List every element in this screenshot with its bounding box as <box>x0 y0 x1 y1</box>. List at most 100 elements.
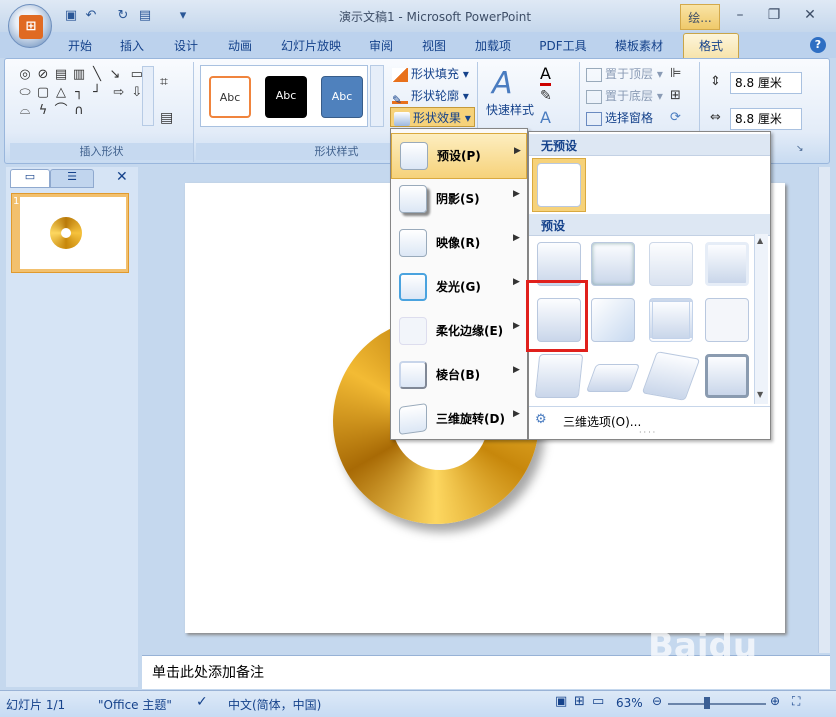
slides-tab-icon[interactable]: ▭ <box>10 169 50 188</box>
height-input[interactable]: 8.8 厘米 <box>730 72 802 94</box>
undo-icon[interactable]: ↶ <box>82 8 100 24</box>
shape-effects-button[interactable]: 形状效果 ▾ <box>390 107 475 127</box>
tab-design[interactable]: 设计 <box>168 36 204 58</box>
elbow-arrow-icon[interactable]: ┘ <box>89 85 105 101</box>
wordart-icon[interactable]: A <box>492 66 513 101</box>
preset-option-2[interactable] <box>591 242 635 286</box>
preset-option-7[interactable] <box>649 298 693 342</box>
minimize-icon[interactable]: – <box>726 5 754 25</box>
vertical-textbox-icon[interactable]: ▥ <box>71 67 87 83</box>
textbox-shape-icon[interactable]: ▤ <box>53 67 69 83</box>
preset-option-12[interactable] <box>705 354 749 398</box>
curve-shape-icon[interactable]: ∩ <box>71 103 87 119</box>
tab-pdf-tools[interactable]: PDF工具 <box>535 36 591 58</box>
3d-options-link[interactable]: 三维选项(O)... <box>563 413 641 430</box>
slide-thumbnail[interactable] <box>20 197 126 269</box>
tab-slideshow[interactable]: 幻灯片放映 <box>276 36 346 58</box>
menu-item-reflection[interactable]: 映像(R) ▶ <box>391 221 527 265</box>
tab-review[interactable]: 审阅 <box>363 36 399 58</box>
vertical-scrollbar[interactable] <box>818 167 830 653</box>
triangle-shape-icon[interactable]: △ <box>53 85 69 101</box>
scroll-up-icon[interactable]: ▲ <box>757 236 763 245</box>
quick-styles-button[interactable]: 快速样式 <box>486 100 534 120</box>
text-effects-icon[interactable]: A <box>540 108 551 127</box>
line-shape-icon[interactable]: ╲ <box>89 67 105 83</box>
preset-gallery-scrollbar[interactable]: ▲ ▼ <box>754 234 768 404</box>
preset-option-6[interactable] <box>591 298 635 342</box>
group-icon[interactable]: ⊞ <box>670 88 681 103</box>
spellcheck-icon[interactable]: ✓ <box>196 694 208 710</box>
rounded-rect-icon[interactable]: ▢ <box>35 85 51 101</box>
oval-shape-icon[interactable]: ◎ <box>17 67 33 83</box>
menu-item-shadow[interactable]: 阴影(S) ▶ <box>391 177 527 221</box>
tab-template-materials[interactable]: 模板素材 <box>607 36 671 58</box>
style-orange-outline[interactable]: Abc <box>209 76 251 118</box>
zoom-slider[interactable] <box>668 703 766 705</box>
style-blue-fill[interactable]: Abc <box>321 76 363 118</box>
new-slide-icon[interactable]: ▤ <box>136 8 154 24</box>
tab-animations[interactable]: 动画 <box>222 36 258 58</box>
edit-shape-icon[interactable]: ⌗ <box>160 74 168 90</box>
preset-option-8[interactable] <box>705 298 749 342</box>
menu-item-bevel[interactable]: 棱台(B) ▶ <box>391 353 527 397</box>
freeform-shape-icon[interactable]: ⌓ <box>17 103 33 119</box>
width-input[interactable]: 8.8 厘米 <box>730 108 802 130</box>
preset-option-3[interactable] <box>649 242 693 286</box>
right-arrow-shape-icon[interactable]: ⇨ <box>111 85 127 101</box>
send-to-back-button[interactable]: 置于底层 ▾ <box>586 86 663 106</box>
shape-fill-button[interactable]: 形状填充 ▾ <box>392 64 469 84</box>
language-indicator[interactable]: 中文(简体，中国) <box>228 696 321 713</box>
text-outline-icon[interactable]: ✎ <box>540 88 552 104</box>
text-fill-icon[interactable]: A <box>540 64 551 86</box>
shapes-gallery-scroll[interactable] <box>142 66 154 126</box>
textbox-icon[interactable]: ▤ <box>160 110 173 126</box>
style-gallery-scroll[interactable] <box>370 65 384 127</box>
shape-outline-button[interactable]: ✎ 形状轮廓 ▾ <box>392 86 469 107</box>
tab-home[interactable]: 开始 <box>62 36 98 58</box>
tab-insert[interactable]: 插入 <box>114 36 150 58</box>
shapes-gallery[interactable]: ◎ ⊘ ▤ ▥ ╲ ↘ ▭⬭ ▢ △ ┐ ┘ ⇨ ⇩⌓ ϟ ⌒ ∩ <box>16 66 148 126</box>
slide-sorter-icon[interactable]: ⊞ <box>574 694 585 709</box>
bring-to-front-button[interactable]: 置于顶层 ▾ <box>586 64 663 84</box>
menu-item-glow[interactable]: 发光(G) ▶ <box>391 265 527 309</box>
restore-icon[interactable]: ❐ <box>760 5 788 25</box>
tab-view[interactable]: 视图 <box>416 36 452 58</box>
no-preset-option[interactable] <box>532 158 586 212</box>
zoom-in-icon[interactable]: ⊕ <box>770 694 780 708</box>
redo-icon[interactable]: ↻ <box>114 8 132 24</box>
preset-option-4[interactable] <box>705 242 749 286</box>
tab-addins[interactable]: 加载项 <box>470 36 516 58</box>
preset-option-9[interactable] <box>534 354 584 398</box>
close-icon[interactable]: ✕ <box>796 5 824 25</box>
close-pane-icon[interactable]: ✕ <box>116 169 128 185</box>
scroll-down-icon[interactable]: ▼ <box>757 390 763 399</box>
menu-item-3d-rotation[interactable]: 三维旋转(D) ▶ <box>391 397 527 441</box>
align-icon[interactable]: ⊫ <box>670 66 681 81</box>
style-black-fill[interactable]: Abc <box>265 76 307 118</box>
size-dialog-launcher-icon[interactable]: ↘ <box>796 144 804 154</box>
ellipse-shape-icon[interactable]: ⬭ <box>17 85 33 101</box>
preset-option-10[interactable] <box>585 364 641 392</box>
menu-item-preset[interactable]: 预设(P) ▶ <box>391 133 527 179</box>
menu-item-soft-edges[interactable]: 柔化边缘(E) ▶ <box>391 309 527 353</box>
tab-format[interactable]: 格式 <box>683 33 739 60</box>
resize-grip[interactable]: ···· <box>639 428 657 437</box>
fit-to-window-icon[interactable]: ⛶ <box>792 694 800 709</box>
elbow-connector-icon[interactable]: ┐ <box>71 85 87 101</box>
zoom-out-icon[interactable]: ⊖ <box>652 694 662 708</box>
arc-shape-icon[interactable]: ⌒ <box>53 103 69 119</box>
outline-tab-icon[interactable]: ☰ <box>50 169 94 188</box>
preset-option-11[interactable] <box>641 351 701 401</box>
office-button[interactable]: ⊞ <box>8 4 52 48</box>
lightning-shape-icon[interactable]: ϟ <box>35 103 51 119</box>
customize-qat-icon[interactable]: ▾ <box>174 8 192 24</box>
slideshow-view-icon[interactable]: ▭ <box>592 694 604 709</box>
rotate-icon[interactable]: ⟳ <box>670 110 681 125</box>
help-icon[interactable]: ? <box>810 37 826 53</box>
shape-style-gallery[interactable]: Abc Abc Abc <box>200 65 368 127</box>
arrow-line-icon[interactable]: ↘ <box>107 67 123 83</box>
selection-pane-button[interactable]: 选择窗格 <box>586 108 653 128</box>
save-icon[interactable]: ▣ <box>62 8 80 24</box>
zoom-slider-thumb[interactable] <box>704 697 710 709</box>
normal-view-icon[interactable]: ▣ <box>555 694 567 709</box>
